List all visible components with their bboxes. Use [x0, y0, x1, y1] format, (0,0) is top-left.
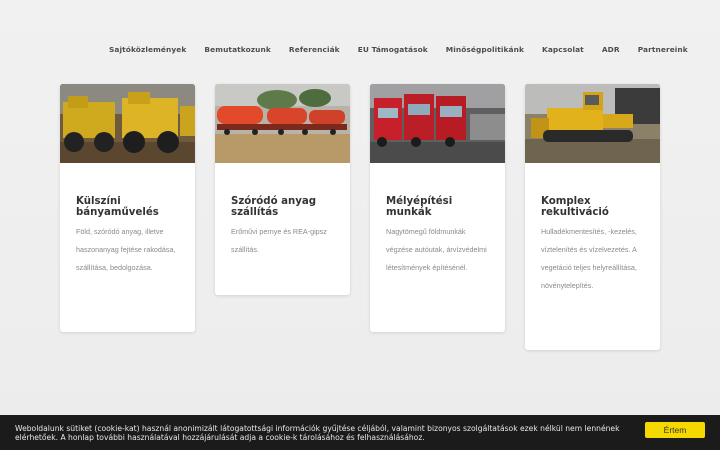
nav-item-eu-grants[interactable]: EU Támogatások	[358, 45, 428, 54]
service-card-reclamation[interactable]: Komplex rekultiváció Hulladékmentesítés,…	[525, 84, 660, 350]
service-card-bulk-transport[interactable]: Szóródó anyag szállítás Erőművi pernye é…	[215, 84, 350, 295]
card-title: Mélyépítési munkák	[386, 196, 453, 218]
nav-item-press[interactable]: Sajtóközlemények	[109, 45, 186, 54]
cookie-consent-bar: Weboldalunk sütiket (cookie-kat) használ…	[0, 415, 720, 450]
card-title: Külszíni bányaművelés	[76, 196, 159, 218]
card-photo-dump-trucks	[370, 84, 505, 163]
cookie-accept-button[interactable]: Értem	[645, 422, 705, 438]
nav-item-about[interactable]: Bemutatkozunk	[204, 45, 271, 54]
cookie-consent-text: Weboldalunk sütiket (cookie-kat) használ…	[15, 424, 620, 442]
card-title: Komplex rekultiváció	[541, 196, 609, 218]
card-photo-bulldozer	[525, 84, 660, 163]
nav-item-references[interactable]: Referenciák	[289, 45, 340, 54]
card-photo-tanker-trucks	[215, 84, 350, 163]
card-description: Erőművi pernye és REA-gipsz szállítás.	[231, 227, 327, 254]
card-photo-mining-trucks	[60, 84, 195, 163]
nav-item-partners[interactable]: Partnereink	[638, 45, 688, 54]
service-card-mining[interactable]: Külszíni bányaművelés Föld, szóródó anya…	[60, 84, 195, 332]
nav-item-quality-policy[interactable]: Minőségpolitikánk	[446, 45, 524, 54]
service-card-earthworks[interactable]: Mélyépítési munkák Nagytömegű földmunkák…	[370, 84, 505, 332]
top-navigation: Sajtóközlemények Bemutatkozunk Referenci…	[109, 45, 688, 54]
card-description: Föld, szóródó anyag, illetve haszonanyag…	[76, 227, 176, 272]
card-description: Nagytömegű földmunkák végzése autóutak, …	[386, 227, 487, 272]
nav-item-adr[interactable]: ADR	[602, 45, 620, 54]
nav-item-contact[interactable]: Kapcsolat	[542, 45, 584, 54]
card-description: Hulladékmentesítés, -kezelés, víztelenít…	[541, 227, 637, 290]
card-title: Szóródó anyag szállítás	[231, 196, 317, 218]
